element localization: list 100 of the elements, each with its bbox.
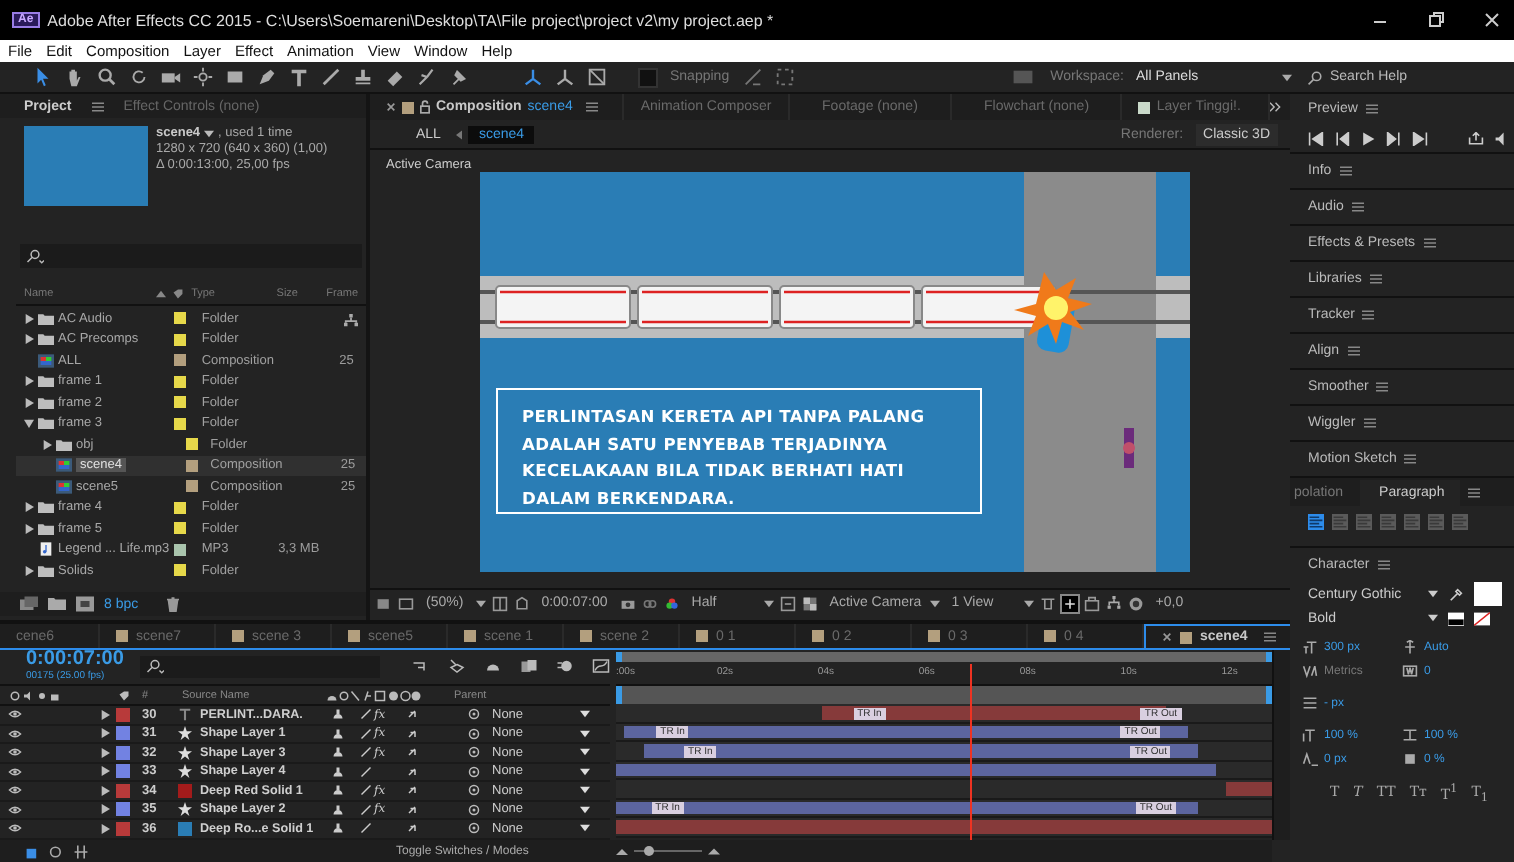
close-icon[interactable] <box>1482 10 1502 30</box>
new-composition-icon[interactable] <box>76 596 94 612</box>
no-color-swatch-icon[interactable] <box>1474 611 1490 625</box>
label-color-swatch[interactable] <box>174 417 187 430</box>
menu-icon[interactable] <box>1362 310 1375 320</box>
shy-switch-icon[interactable] <box>332 803 344 816</box>
close-icon[interactable] <box>386 102 396 112</box>
caret-icon[interactable] <box>1282 73 1292 81</box>
transfer-controls-icon[interactable] <box>48 843 66 859</box>
previous-frame-icon[interactable] <box>1334 131 1350 145</box>
interpret-footage-icon[interactable] <box>20 596 38 612</box>
brush-icon[interactable] <box>320 66 342 88</box>
label-color-swatch[interactable] <box>116 745 130 760</box>
label-color-swatch[interactable] <box>116 707 130 722</box>
shy-switch-icon[interactable] <box>332 727 344 740</box>
selection-arrow-icon[interactable] <box>32 66 54 88</box>
flowchart-icon[interactable] <box>1105 595 1122 611</box>
label-color-swatch[interactable] <box>116 802 130 817</box>
roto-brush-icon[interactable] <box>416 66 438 88</box>
menu-icon[interactable] <box>1351 202 1364 212</box>
eye-icon[interactable] <box>8 708 22 721</box>
zoom-slider-thumb[interactable] <box>643 846 654 856</box>
label-color-swatch[interactable] <box>185 459 197 472</box>
eye-icon[interactable] <box>8 727 22 740</box>
caret-icon[interactable] <box>1428 614 1438 622</box>
channels-icon[interactable] <box>663 595 680 611</box>
menu-icon[interactable] <box>1339 166 1352 176</box>
region-icon[interactable] <box>779 595 796 611</box>
caret-icon[interactable] <box>1428 590 1438 598</box>
shy-switch-icon[interactable] <box>332 822 344 835</box>
eye-icon[interactable] <box>8 784 22 797</box>
default-colors-icon[interactable] <box>1448 611 1464 625</box>
label-color-swatch[interactable] <box>185 438 197 451</box>
align-button[interactable] <box>1308 514 1324 530</box>
pan-behind-icon[interactable] <box>192 66 214 88</box>
zoom-in-icon[interactable] <box>708 846 720 856</box>
menu-icon[interactable] <box>1377 560 1390 570</box>
mask-visibility-icon[interactable] <box>513 595 530 611</box>
shy-switch-icon[interactable] <box>332 746 344 759</box>
frame-blending-icon[interactable] <box>520 658 538 674</box>
expand-arrow-icon[interactable] <box>24 502 34 513</box>
label-color-swatch[interactable] <box>116 783 130 798</box>
menu-icon[interactable] <box>1376 382 1389 392</box>
snapping-checkbox[interactable] <box>638 67 658 87</box>
view-axis-icon[interactable] <box>586 66 608 88</box>
menu-icon[interactable] <box>1363 418 1376 428</box>
label-color-swatch[interactable] <box>174 522 187 535</box>
motion-blur-switch-icon[interactable] <box>406 765 418 778</box>
timeline-icon[interactable] <box>1083 595 1100 611</box>
zoom-icon[interactable] <box>96 66 118 88</box>
menu-icon[interactable] <box>1347 346 1360 356</box>
label-color-swatch[interactable] <box>116 764 130 779</box>
snap-feather-icon[interactable] <box>773 66 796 88</box>
rotate-icon[interactable] <box>128 66 150 88</box>
in-out-icon[interactable] <box>72 843 90 859</box>
label-color-swatch[interactable] <box>116 726 130 741</box>
snapshot-icon[interactable] <box>376 595 392 611</box>
hand-icon[interactable] <box>64 66 86 88</box>
menu-icon[interactable] <box>586 102 599 112</box>
motion-blur-switch-icon[interactable] <box>406 803 418 816</box>
expand-arrow-icon[interactable] <box>24 565 34 576</box>
trash-icon[interactable] <box>164 596 183 612</box>
menu-icon[interactable] <box>1404 454 1417 464</box>
caret-icon[interactable] <box>929 599 940 607</box>
type-tool-icon[interactable] <box>288 66 310 88</box>
restore-icon[interactable] <box>1426 10 1446 30</box>
stamp-icon[interactable] <box>352 66 374 88</box>
label-color-swatch[interactable] <box>174 312 187 325</box>
label-color-swatch[interactable] <box>116 821 130 836</box>
flowchart-icon[interactable] <box>344 314 358 328</box>
motion-blur-switch-icon[interactable] <box>406 708 418 721</box>
zoom-out-icon[interactable] <box>616 846 628 856</box>
layer-switches-icon[interactable] <box>24 843 42 859</box>
exposure-icon[interactable] <box>1127 595 1144 611</box>
first-frame-icon[interactable] <box>1308 131 1324 145</box>
draft-3d-icon[interactable] <box>448 658 466 674</box>
play-icon[interactable] <box>1360 131 1376 145</box>
menu-icon[interactable] <box>1369 274 1382 284</box>
pin-icon[interactable] <box>448 66 470 88</box>
layer-search-field[interactable] <box>139 655 380 677</box>
camera-icon[interactable] <box>619 595 636 611</box>
speaker-icon[interactable] <box>1494 131 1510 145</box>
menu-icon[interactable] <box>1365 104 1378 114</box>
label-icon[interactable] <box>118 689 130 701</box>
expand-arrow-icon[interactable] <box>24 397 34 408</box>
label-color-swatch[interactable] <box>174 354 187 367</box>
label-color-swatch[interactable] <box>174 375 187 388</box>
eye-icon[interactable] <box>8 822 22 835</box>
motion-blur-icon[interactable] <box>556 658 574 674</box>
pen-icon[interactable] <box>256 66 278 88</box>
caret-icon[interactable] <box>204 129 215 137</box>
shy-switch-icon[interactable] <box>332 708 344 721</box>
pixel-aspect-icon[interactable] <box>1039 595 1056 611</box>
caret-icon[interactable] <box>763 599 774 607</box>
monitor-icon[interactable] <box>398 595 414 611</box>
shy-switch-icon[interactable] <box>332 784 344 797</box>
fast-previews-icon[interactable] <box>1061 595 1078 611</box>
label-icon[interactable] <box>171 288 184 300</box>
snap-edge-icon[interactable] <box>741 66 764 88</box>
scrollbar[interactable] <box>1272 650 1290 840</box>
